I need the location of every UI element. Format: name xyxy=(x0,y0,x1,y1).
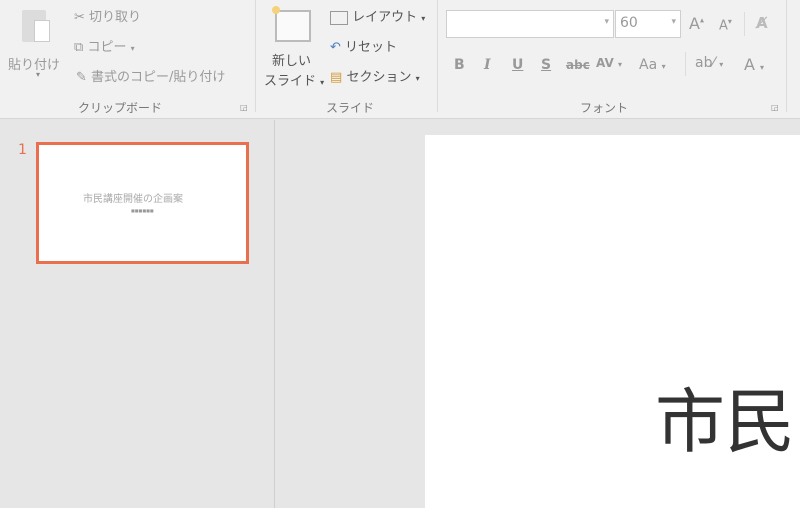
copy-button[interactable]: ⧉ コピー ▾ xyxy=(74,36,135,55)
reset-button[interactable]: ↶ リセット xyxy=(330,36,397,55)
cut-button[interactable]: ✂ 切り取り xyxy=(74,6,141,25)
highlight-icon[interactable]: ab⁄ ▾ xyxy=(695,55,723,71)
change-case-button[interactable]: Aa ▾ xyxy=(639,57,666,73)
copy-icon: ⧉ xyxy=(74,40,84,55)
slides-group-label: スライド xyxy=(326,101,375,115)
section-button[interactable]: ▤ セクション ▾ xyxy=(330,66,420,85)
underline-button[interactable]: U xyxy=(512,57,523,73)
new-slide-button[interactable]: 新しい スライド ▾ xyxy=(262,4,324,92)
slide-canvas[interactable]: 市民 xyxy=(425,135,800,508)
chevron-down-icon: ▾ xyxy=(604,17,609,27)
bold-button[interactable]: B xyxy=(454,57,465,73)
grow-font-button[interactable]: A▴ xyxy=(689,14,704,33)
shadow-button[interactable]: S xyxy=(541,57,551,73)
slide-number: 1 xyxy=(18,142,27,158)
strikethrough-button[interactable]: abc xyxy=(566,58,590,72)
font-color-button[interactable]: A ▾ xyxy=(744,55,764,74)
thumbnail-subtitle: ■■■■■■ xyxy=(131,208,154,213)
font-launcher-icon[interactable]: ◲ xyxy=(771,103,779,112)
clipboard-launcher-icon[interactable]: ◲ xyxy=(240,103,248,112)
slide-title[interactable]: 市民 xyxy=(655,387,795,457)
new-slide-icon xyxy=(275,10,311,42)
char-spacing-button[interactable]: AV ▾ xyxy=(596,56,622,70)
paste-button[interactable]: 貼り付け ▾ xyxy=(6,4,66,84)
shrink-font-button[interactable]: A▾ xyxy=(719,17,732,33)
brush-icon: ✎ xyxy=(76,70,87,85)
font-group-label: フォント xyxy=(580,101,629,115)
clear-formatting-icon[interactable]: A̸ xyxy=(756,14,768,32)
font-name-combo[interactable]: ▾ xyxy=(446,10,614,38)
chevron-down-icon: ▾ xyxy=(671,17,676,27)
slide-thumbnail[interactable]: 市民講座開催の企画案 ■■■■■■ xyxy=(36,142,249,264)
reset-icon: ↶ xyxy=(330,40,341,55)
clipboard-group-label: クリップボード xyxy=(78,101,163,115)
thumbnail-title: 市民講座開催の企画案 xyxy=(83,194,183,205)
italic-button[interactable]: I xyxy=(484,57,491,73)
layout-button[interactable]: レイアウト ▾ xyxy=(330,6,425,25)
font-size-combo[interactable]: 60 ▾ xyxy=(615,10,681,38)
scissors-icon: ✂ xyxy=(74,10,85,25)
layout-icon xyxy=(330,10,348,25)
ribbon: 貼り付け ▾ ✂ 切り取り ⧉ コピー ▾ ✎ 書式のコピー/貼り付け クリップ… xyxy=(0,0,800,119)
pane-splitter[interactable] xyxy=(274,120,275,508)
section-icon: ▤ xyxy=(330,70,343,85)
format-painter-button[interactable]: ✎ 書式のコピー/貼り付け xyxy=(76,66,225,85)
